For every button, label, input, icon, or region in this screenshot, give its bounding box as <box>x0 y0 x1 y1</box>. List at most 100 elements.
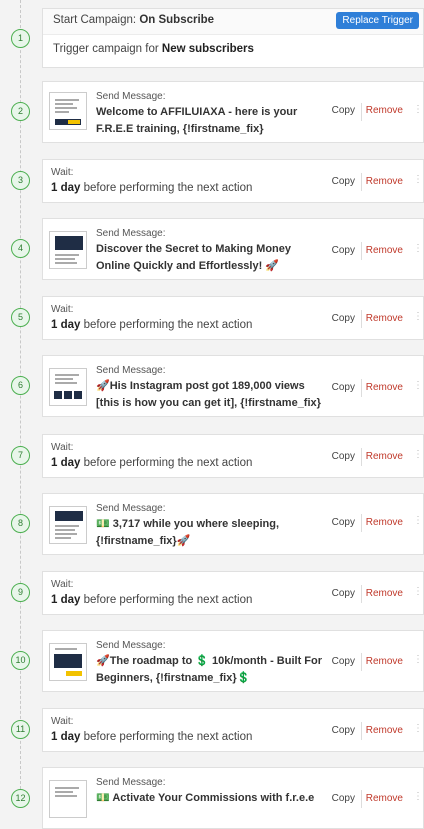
copy-button[interactable]: Copy <box>332 245 355 256</box>
wait-description: 1 day before performing the next action <box>51 731 253 743</box>
remove-button[interactable]: Remove <box>366 588 403 599</box>
email-thumbnail <box>49 643 87 681</box>
action-divider <box>361 173 362 191</box>
message-step: 8 Send Message: 💵 3,717 while you where … <box>0 493 424 555</box>
drag-handle-icon[interactable]: ⋮⋮ <box>413 312 424 328</box>
remove-button[interactable]: Remove <box>366 793 403 804</box>
message-title: Discover the Secret to Making Money Onli… <box>96 243 291 272</box>
drag-handle-icon[interactable]: ⋮⋮ <box>413 655 424 671</box>
drag-handle-icon[interactable]: ⋮⋮ <box>413 381 424 397</box>
drag-handle-icon[interactable]: ⋮⋮ <box>413 516 424 532</box>
message-type-label: Send Message: <box>96 503 166 514</box>
message-type-label: Send Message: <box>96 777 166 788</box>
copy-button[interactable]: Copy <box>332 451 355 462</box>
wait-card[interactable]: Wait: 1 day before performing the next a… <box>42 434 424 478</box>
action-divider <box>361 448 362 466</box>
remove-button[interactable]: Remove <box>366 517 403 528</box>
step-number: 11 <box>11 720 30 739</box>
copy-button[interactable]: Copy <box>332 382 355 393</box>
step-number: 9 <box>11 583 30 602</box>
message-step: 10 Send Message: 🚀The roadmap to 💲 10k/m… <box>0 630 424 692</box>
message-card[interactable]: Send Message: Discover the Secret to Mak… <box>42 218 424 280</box>
message-card[interactable]: Send Message: 🚀His Instagram post got 18… <box>42 355 424 417</box>
action-divider <box>361 242 362 260</box>
step-number: 5 <box>11 308 30 327</box>
remove-button[interactable]: Remove <box>366 105 403 116</box>
step-number: 10 <box>11 651 30 670</box>
message-title: 🚀The roadmap to 💲 10k/month - Built For … <box>96 655 323 684</box>
wait-label: Wait: <box>51 442 74 453</box>
remove-button[interactable]: Remove <box>366 176 403 187</box>
remove-button[interactable]: Remove <box>366 382 403 393</box>
drag-handle-icon[interactable]: ⋮⋮ <box>413 587 424 603</box>
message-step: 4 Send Message: Discover the Secret to M… <box>0 218 424 280</box>
message-card[interactable]: Send Message: 🚀The roadmap to 💲 10k/mont… <box>42 630 424 692</box>
wait-description: 1 day before performing the next action <box>51 457 253 469</box>
step-number: 8 <box>11 514 30 533</box>
message-type-label: Send Message: <box>96 91 166 102</box>
remove-button[interactable]: Remove <box>366 451 403 462</box>
drag-handle-icon[interactable]: ⋮⋮ <box>413 175 424 191</box>
trigger-header: Start Campaign: On Subscribe Replace Tri… <box>43 9 423 35</box>
step-number: 4 <box>11 239 30 258</box>
remove-button[interactable]: Remove <box>366 313 403 324</box>
copy-button[interactable]: Copy <box>332 656 355 667</box>
copy-button[interactable]: Copy <box>332 517 355 528</box>
wait-step: 9 Wait: 1 day before performing the next… <box>0 571 424 615</box>
start-campaign-label: Start Campaign: On Subscribe <box>53 14 215 26</box>
copy-button[interactable]: Copy <box>332 793 355 804</box>
message-card[interactable]: Send Message: 💵 3,717 while you where sl… <box>42 493 424 555</box>
message-type-label: Send Message: <box>96 365 166 376</box>
wait-card[interactable]: Wait: 1 day before performing the next a… <box>42 708 424 752</box>
wait-card[interactable]: Wait: 1 day before performing the next a… <box>42 296 424 340</box>
wait-card[interactable]: Wait: 1 day before performing the next a… <box>42 571 424 615</box>
step-number: 6 <box>11 376 30 395</box>
step-number: 1 <box>11 29 30 48</box>
drag-handle-icon[interactable]: ⋮⋮ <box>413 792 424 808</box>
step-number: 12 <box>11 789 30 808</box>
message-title: 💵 3,717 while you where sleeping, {!firs… <box>96 518 280 547</box>
action-divider <box>361 585 362 603</box>
message-step: 2 Send Message: Welcome to AFFILUIAXA - … <box>0 81 424 143</box>
copy-button[interactable]: Copy <box>332 176 355 187</box>
wait-description: 1 day before performing the next action <box>51 182 253 194</box>
message-card[interactable]: Send Message: Welcome to AFFILUIAXA - he… <box>42 81 424 143</box>
email-thumbnail <box>49 506 87 544</box>
drag-handle-icon[interactable]: ⋮⋮ <box>413 450 424 466</box>
action-divider <box>361 722 362 740</box>
action-divider <box>361 790 362 808</box>
message-step: 6 Send Message: 🚀His Instagram post got … <box>0 355 424 417</box>
remove-button[interactable]: Remove <box>366 245 403 256</box>
step-number: 3 <box>11 171 30 190</box>
wait-label: Wait: <box>51 579 74 590</box>
remove-button[interactable]: Remove <box>366 725 403 736</box>
wait-step: 3 Wait: 1 day before performing the next… <box>0 159 424 203</box>
message-title: 💵 Activate Your Commissions with f.r.e.e <box>96 792 315 804</box>
action-divider <box>361 310 362 328</box>
drag-handle-icon[interactable]: ⋮⋮ <box>413 244 424 260</box>
copy-button[interactable]: Copy <box>332 105 355 116</box>
action-divider <box>361 379 362 397</box>
trigger-step: 1 Start Campaign: On Subscribe Replace T… <box>0 8 424 68</box>
copy-button[interactable]: Copy <box>332 313 355 324</box>
email-thumbnail <box>49 231 87 269</box>
wait-label: Wait: <box>51 167 74 178</box>
message-type-label: Send Message: <box>96 228 166 239</box>
drag-handle-icon[interactable]: ⋮⋮ <box>413 105 424 121</box>
wait-step: 5 Wait: 1 day before performing the next… <box>0 296 424 340</box>
trigger-card: Start Campaign: On Subscribe Replace Tri… <box>42 8 424 68</box>
wait-card[interactable]: Wait: 1 day before performing the next a… <box>42 159 424 203</box>
wait-description: 1 day before performing the next action <box>51 594 253 606</box>
action-divider <box>361 514 362 532</box>
copy-button[interactable]: Copy <box>332 725 355 736</box>
email-thumbnail <box>49 92 87 130</box>
wait-description: 1 day before performing the next action <box>51 319 253 331</box>
copy-button[interactable]: Copy <box>332 588 355 599</box>
message-step: 12 Send Message: 💵 Activate Your Commiss… <box>0 767 424 829</box>
message-card[interactable]: Send Message: 💵 Activate Your Commission… <box>42 767 424 829</box>
wait-label: Wait: <box>51 716 74 727</box>
replace-trigger-button[interactable]: Replace Trigger <box>336 12 419 29</box>
wait-step: 11 Wait: 1 day before performing the nex… <box>0 708 424 752</box>
drag-handle-icon[interactable]: ⋮⋮ <box>413 724 424 740</box>
remove-button[interactable]: Remove <box>366 656 403 667</box>
